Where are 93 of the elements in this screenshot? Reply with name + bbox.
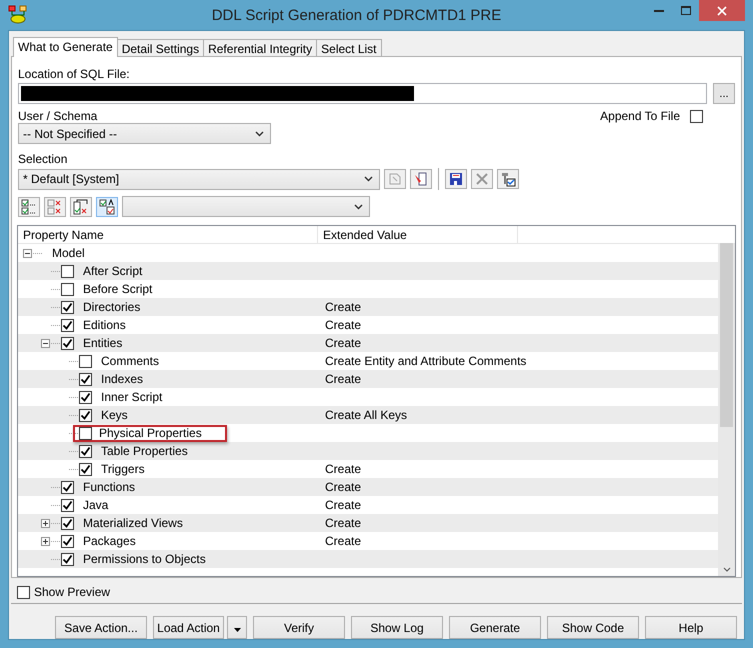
window-title: DDL Script Generation of PDRCMTD1 PRE [210, 6, 502, 24]
chevron-down-icon [354, 204, 363, 210]
selection-dropdown[interactable]: * Default [System] [18, 168, 380, 190]
tree-item-label[interactable]: Packages [80, 533, 139, 549]
maximize-icon [680, 6, 690, 15]
tree-checkbox[interactable] [79, 354, 92, 368]
tree-item-label[interactable]: Indexes [98, 371, 146, 387]
expand-icon[interactable] [41, 536, 50, 546]
extended-value: Create [324, 534, 362, 548]
tree-checkbox[interactable] [61, 480, 74, 494]
tree-item-label[interactable]: Table Properties [98, 443, 191, 459]
close-button[interactable] [699, 0, 745, 21]
check-all-icon[interactable] [18, 196, 40, 216]
extended-value: Create [324, 516, 362, 530]
uncheck-all-icon[interactable] [44, 196, 66, 216]
tree-item-label[interactable]: After Script [80, 263, 146, 279]
action-button[interactable]: Show Log [351, 616, 443, 639]
checkbox-label: Append To File [600, 109, 680, 123]
tree-item-label[interactable]: Java [80, 497, 112, 513]
tree-item-label[interactable]: Physical Properties [96, 425, 205, 441]
tree-checkbox[interactable] [79, 390, 92, 404]
tree-checkbox[interactable] [61, 498, 74, 512]
tree-checkbox[interactable] [61, 318, 74, 332]
tree-checkbox[interactable] [61, 282, 74, 296]
tree-item-label[interactable]: Directories [80, 299, 144, 315]
tree-checkbox[interactable] [61, 552, 74, 566]
extended-value: Create [324, 462, 362, 476]
preview-checkbox[interactable] [17, 586, 30, 598]
tree-item-label[interactable]: Permissions to Objects [80, 551, 209, 567]
field-label: User / Schema [18, 109, 98, 123]
check-options-icon[interactable] [96, 196, 118, 216]
expand-icon[interactable] [41, 518, 50, 528]
extended-value: Create [324, 300, 362, 314]
tree-item-label[interactable]: Materialized Views [80, 515, 186, 531]
tab[interactable]: Referential Integrity [203, 39, 318, 57]
tab[interactable]: Select List [316, 39, 382, 57]
extended-value: Create [324, 480, 362, 494]
tree-item-label[interactable]: Keys [98, 407, 131, 423]
save-icon[interactable] [445, 169, 467, 189]
append-checkbox[interactable] [690, 110, 703, 122]
dropdown-button[interactable] [227, 616, 247, 639]
tree-checkbox[interactable] [61, 300, 74, 314]
vertical-scrollbar[interactable] [718, 244, 735, 576]
action-button[interactable]: Load Action [153, 616, 224, 639]
caret-down-icon [234, 628, 240, 632]
action-button[interactable]: Show Code [547, 616, 639, 639]
tree-checkbox[interactable] [61, 264, 74, 278]
action-button[interactable]: Verify [253, 616, 345, 639]
extended-value: Create [324, 372, 362, 386]
tree-item-label[interactable]: Model [49, 245, 88, 261]
action-button[interactable]: Save Action... [55, 616, 147, 639]
column-header[interactable]: Extended Value [318, 226, 518, 243]
tree-item-label[interactable]: Comments [98, 353, 162, 369]
app-logo-icon [8, 5, 28, 25]
minimize-icon [654, 10, 664, 12]
tree-item-label[interactable]: Triggers [98, 461, 148, 477]
chevron-down-icon [364, 176, 373, 182]
extended-value: Create Entity and Attribute Comments [324, 354, 526, 368]
extended-value: Create All Keys [324, 408, 408, 422]
tree-checkbox[interactable] [61, 336, 74, 350]
tree-checkbox[interactable] [61, 534, 74, 548]
tree-checkbox[interactable] [79, 444, 92, 458]
tree-item-label[interactable]: Functions [80, 479, 138, 495]
close-icon [717, 6, 727, 16]
field-label: Selection [18, 152, 68, 166]
collapse-icon[interactable] [23, 248, 32, 258]
schema-dropdown[interactable]: -- Not Specified -- [18, 123, 271, 144]
extended-value: Create [324, 498, 362, 512]
scroll-down-icon[interactable] [722, 567, 730, 572]
tab[interactable]: What to Generate [13, 37, 118, 57]
tree-checkbox[interactable] [79, 408, 92, 422]
tree-checkbox[interactable] [79, 426, 92, 440]
tab[interactable]: Detail Settings [116, 39, 204, 57]
tree-item-label[interactable]: Entities [80, 335, 126, 351]
tree-checkbox[interactable] [79, 372, 92, 386]
tree-item-label[interactable]: Editions [80, 317, 129, 333]
file-path-field[interactable] [18, 83, 707, 104]
checkbox-label: Show Preview [34, 585, 110, 599]
collapse-icon[interactable] [41, 338, 50, 348]
chevron-down-icon [255, 130, 264, 136]
hammer-check-icon[interactable] [497, 169, 519, 189]
tree-item-label[interactable]: Before Script [80, 281, 156, 297]
column-header[interactable]: Property Name [18, 226, 318, 243]
action-button[interactable]: Generate [449, 616, 541, 639]
tree-checkbox[interactable] [79, 462, 92, 476]
extended-value: Create [324, 336, 362, 350]
action-button[interactable]: Help [645, 616, 737, 639]
invert-check-icon[interactable] [70, 196, 92, 216]
extended-value: Create [324, 318, 362, 332]
tree-checkbox[interactable] [61, 516, 74, 530]
tree-item-label[interactable]: Inner Script [98, 389, 166, 405]
browse-button[interactable]: ... [713, 83, 735, 104]
field-label: Location of SQL File: [18, 67, 131, 81]
